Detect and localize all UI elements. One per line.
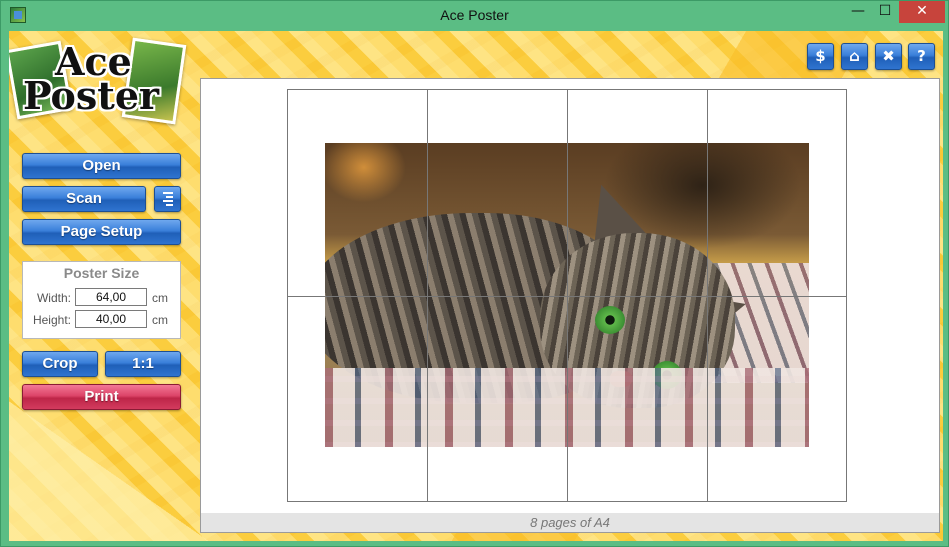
page-count-status: 8 pages of A4 (201, 513, 939, 532)
open-button[interactable]: Open (22, 153, 181, 179)
width-unit: cm (152, 291, 168, 305)
logo-text-poster: Poster (23, 73, 160, 118)
height-unit: cm (152, 313, 168, 327)
poster-sheet[interactable] (287, 89, 847, 502)
scan-button[interactable]: Scan (22, 186, 146, 212)
app-window: Ace Poster — ☐ ✕ Ace Poster Open Scan Pa… (0, 0, 949, 547)
settings-tools-icon[interactable]: ✖ (875, 43, 902, 70)
width-input[interactable] (75, 288, 147, 306)
close-button[interactable]: ✕ (899, 1, 945, 23)
scanner-list-icon (161, 191, 175, 206)
help-icon[interactable]: ? (908, 43, 935, 70)
poster-size-title: Poster Size (63, 265, 140, 281)
title-bar: Ace Poster — ☐ ✕ (1, 1, 948, 31)
page-divider-horizontal (288, 296, 846, 297)
buy-icon[interactable]: $ (807, 43, 834, 70)
window-title: Ace Poster (440, 7, 509, 23)
home-icon[interactable]: ⌂ (841, 43, 868, 70)
one-to-one-button[interactable]: 1:1 (105, 351, 181, 377)
page-setup-button[interactable]: Page Setup (22, 219, 181, 245)
poster-size-panel: Poster Size Width: cm Height: cm (22, 261, 181, 339)
crop-button[interactable]: Crop (22, 351, 98, 377)
scan-options-button[interactable] (154, 186, 181, 212)
maximize-button[interactable]: ☐ (873, 1, 897, 23)
print-button[interactable]: Print (22, 384, 181, 410)
client-area: Ace Poster Open Scan Page Setup Poster S… (9, 31, 943, 541)
height-label: Height: (32, 313, 71, 327)
width-label: Width: (36, 291, 71, 305)
minimize-button[interactable]: — (846, 1, 870, 23)
poster-preview[interactable]: 8 pages of A4 (200, 78, 940, 533)
app-logo: Ace Poster (9, 33, 189, 135)
cat-eye-left (595, 306, 625, 334)
height-input[interactable] (75, 310, 147, 328)
